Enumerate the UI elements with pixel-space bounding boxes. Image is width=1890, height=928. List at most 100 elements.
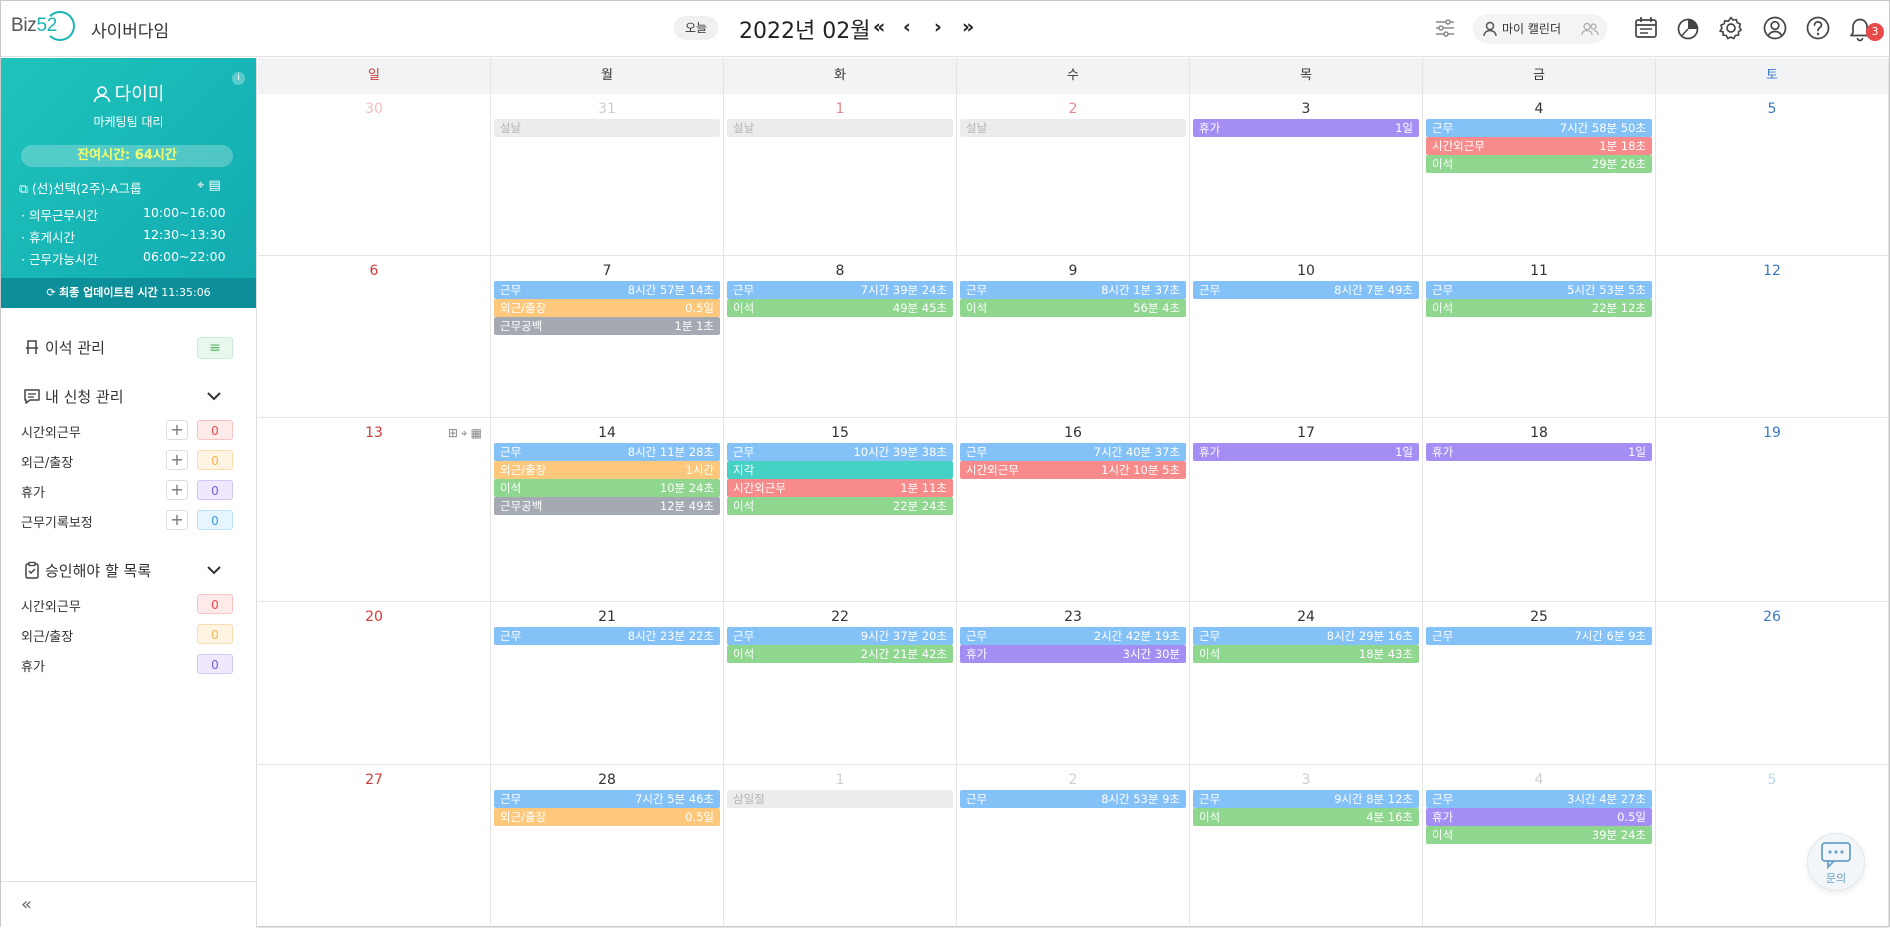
event-holiday[interactable]: 삼일절: [727, 790, 953, 808]
day-cell[interactable]: 20: [258, 602, 491, 765]
day-cell[interactable]: 27: [258, 765, 491, 928]
day-cell[interactable]: 30: [258, 94, 491, 256]
away-list-button[interactable]: ≡: [197, 337, 233, 359]
event-work[interactable]: 근무 2시간 42분 19초: [960, 627, 1186, 645]
day-cell[interactable]: 10 근무 8시간 7분 49초: [1190, 256, 1423, 418]
event-away[interactable]: 이석 49분 45초: [727, 299, 953, 317]
event-work[interactable]: 근무 7시간 40분 37초: [960, 443, 1186, 461]
request-outside-count[interactable]: 0: [197, 450, 233, 470]
event-work[interactable]: 근무 10시간 39분 38초: [727, 443, 953, 461]
prev-year-button[interactable]: «: [873, 15, 885, 39]
event-vacation[interactable]: 휴가 1일: [1426, 443, 1652, 461]
day-cell[interactable]: 18 휴가 1일: [1423, 418, 1656, 602]
prev-month-button[interactable]: ‹: [903, 15, 911, 39]
day-cell[interactable]: 8 근무 7시간 39분 24초 이석 49분 45초: [724, 256, 957, 418]
event-vacation[interactable]: 휴가 1일: [1193, 119, 1419, 137]
add-correction-button[interactable]: +: [166, 510, 188, 530]
day-cell[interactable]: 2 설날: [957, 94, 1190, 256]
away-management-title[interactable]: 이석 관리: [23, 337, 105, 358]
last-update-bar[interactable]: ⟳ 최종 업데이트된 시간 11:35:06: [1, 278, 256, 308]
event-work[interactable]: 근무 8시간 7분 49초: [1193, 281, 1419, 299]
event-work[interactable]: 근무 8시간 1분 37초: [960, 281, 1186, 299]
add-overtime-button[interactable]: +: [166, 420, 188, 440]
calendar-view-icon[interactable]: [1632, 14, 1660, 42]
add-outside-button[interactable]: +: [166, 450, 188, 470]
event-holiday[interactable]: 설날: [727, 119, 953, 137]
day-cell[interactable]: 3 휴가 1일: [1190, 94, 1423, 256]
day-cell[interactable]: 25 근무 7시간 6분 9초: [1423, 602, 1656, 765]
account-circle-icon[interactable]: [1761, 14, 1789, 42]
event-work[interactable]: 근무 3시간 4분 27초: [1426, 790, 1652, 808]
event-away[interactable]: 이석 29분 26초: [1426, 155, 1652, 173]
day-cell[interactable]: 17 휴가 1일: [1190, 418, 1423, 602]
approval-overtime-count[interactable]: 0: [197, 594, 233, 614]
today-button[interactable]: 오늘: [674, 16, 718, 40]
profile-info-icon[interactable]: i: [232, 72, 245, 85]
approval-outside-count[interactable]: 0: [197, 624, 233, 644]
day-cell[interactable]: 15 근무 10시간 39분 38초 지각 시간외근무 1분 11초 이석 22분 24초: [724, 418, 957, 602]
day-cell[interactable]: 5: [1656, 94, 1889, 256]
next-year-button[interactable]: »: [962, 15, 974, 39]
approval-vacation-count[interactable]: 0: [197, 654, 233, 674]
event-overtime[interactable]: 시간외근무 1시간 10분 5초: [960, 461, 1186, 479]
day-cell[interactable]: 19: [1656, 418, 1889, 602]
day-cell[interactable]: 1 설날: [724, 94, 957, 256]
day-cell[interactable]: 26: [1656, 602, 1889, 765]
request-vacation-count[interactable]: 0: [197, 480, 233, 500]
event-away[interactable]: 이석 2시간 21분 42초: [727, 645, 953, 663]
event-work[interactable]: 근무 8시간 29분 16초: [1193, 627, 1419, 645]
add-event-icon[interactable]: ⊞: [448, 426, 461, 440]
day-cell[interactable]: 23 근무 2시간 42분 19초 휴가 3시간 30분: [957, 602, 1190, 765]
day-cell[interactable]: 6: [258, 256, 491, 418]
group-icon[interactable]: [1581, 22, 1599, 36]
event-work[interactable]: 근무 5시간 53분 5초: [1426, 281, 1652, 299]
my-calendar-toggle[interactable]: 마이 캘린더: [1473, 14, 1607, 44]
event-work[interactable]: 근무 7시간 5분 46초: [494, 790, 720, 808]
event-holiday[interactable]: 설날: [494, 119, 720, 137]
event-vacation[interactable]: 휴가 1일: [1193, 443, 1419, 461]
day-cell[interactable]: 31 설날: [491, 94, 724, 256]
event-work[interactable]: 근무 8시간 57분 14초: [494, 281, 720, 299]
calendar-small-icon[interactable]: ▦: [471, 426, 485, 440]
event-work-gap[interactable]: 근무공백 12분 49초: [494, 497, 720, 515]
day-cell[interactable]: 2 근무 8시간 53분 9초: [957, 765, 1190, 928]
day-cell[interactable]: 28 근무 7시간 5분 46초 외근/출장 0.5일: [491, 765, 724, 928]
memo-icon[interactable]: ▤: [208, 178, 220, 193]
event-work[interactable]: 근무 7시간 6분 9초: [1426, 627, 1652, 645]
event-work-gap[interactable]: 근무공백 1분 1초: [494, 317, 720, 335]
event-outside-trip[interactable]: 외근/출장 0.5일: [494, 299, 720, 317]
day-cell[interactable]: 3 근무 9시간 8분 12초 이석 4분 16초: [1190, 765, 1423, 928]
chevron-down-icon[interactable]: [206, 564, 222, 576]
day-cell[interactable]: 13 ⊞⌖▦: [258, 418, 491, 602]
request-overtime-count[interactable]: 0: [197, 420, 233, 440]
event-away[interactable]: 이석 22분 24초: [727, 497, 953, 515]
inquiry-chat-button[interactable]: 문의: [1807, 833, 1865, 891]
event-vacation[interactable]: 휴가 0.5일: [1426, 808, 1652, 826]
event-late[interactable]: 지각: [727, 461, 953, 479]
day-cell[interactable]: 4 근무 3시간 4분 27초 휴가 0.5일 이석 39분 24초: [1423, 765, 1656, 928]
day-cell[interactable]: 12: [1656, 256, 1889, 418]
add-vacation-button[interactable]: +: [166, 480, 188, 500]
approvals-title[interactable]: 승인해야 할 목록: [23, 560, 151, 581]
event-overtime[interactable]: 시간외근무 1분 11초: [727, 479, 953, 497]
event-work[interactable]: 근무 8시간 11분 28초: [494, 443, 720, 461]
event-outside-trip[interactable]: 외근/출장 0.5일: [494, 808, 720, 826]
chevron-down-icon[interactable]: [206, 390, 222, 402]
event-overtime[interactable]: 시간외근무 1분 18초: [1426, 137, 1652, 155]
day-cell[interactable]: 9 근무 8시간 1분 37초 이석 56분 4초: [957, 256, 1190, 418]
request-correction-count[interactable]: 0: [197, 510, 233, 530]
my-requests-title[interactable]: 내 신청 관리: [23, 386, 124, 407]
event-vacation[interactable]: 휴가 3시간 30분: [960, 645, 1186, 663]
gear-icon[interactable]: [1717, 14, 1745, 42]
event-work[interactable]: 근무 9시간 8분 12초: [1193, 790, 1419, 808]
filter-settings-icon[interactable]: [1434, 17, 1456, 39]
next-month-button[interactable]: ›: [934, 15, 942, 39]
event-away[interactable]: 이석 18분 43초: [1193, 645, 1419, 663]
event-away[interactable]: 이석 4분 16초: [1193, 808, 1419, 826]
event-away[interactable]: 이석 56분 4초: [960, 299, 1186, 317]
event-work[interactable]: 근무 9시간 37분 20초: [727, 627, 953, 645]
day-cell[interactable]: 11 근무 5시간 53분 5초 이석 22분 12초: [1423, 256, 1656, 418]
event-work[interactable]: 근무 8시간 53분 9초: [960, 790, 1186, 808]
collapse-sidebar-button[interactable]: «: [21, 894, 32, 915]
event-work[interactable]: 근무 7시간 39분 24초: [727, 281, 953, 299]
